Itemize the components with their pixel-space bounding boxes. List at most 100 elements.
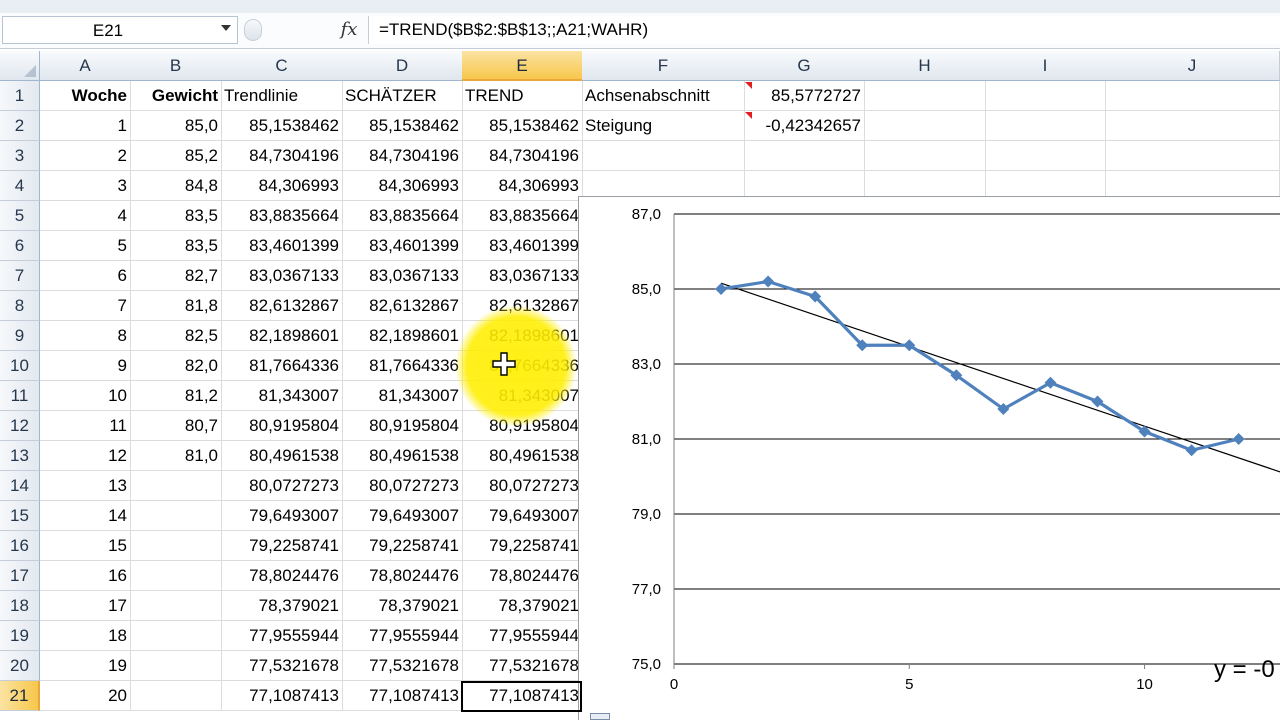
row-header-12[interactable]: 12 [0,411,40,441]
cell-E3[interactable]: 84,7304196 [462,141,583,171]
cell-E10[interactable]: 81,7664336 [462,351,583,381]
cell-A7[interactable]: 6 [40,261,131,291]
row-header-11[interactable]: 11 [0,381,40,411]
row-header-21[interactable]: 21 [0,681,40,711]
cell-F1-label[interactable]: Achsenabschnitt [582,81,745,111]
cell-A8[interactable]: 7 [40,291,131,321]
cell-E12[interactable]: 80,9195804 [462,411,583,441]
row-header-9[interactable]: 9 [0,321,40,351]
cell-A12[interactable]: 11 [40,411,131,441]
active-cell-E21[interactable] [461,681,582,712]
cell-F2-label[interactable]: Steigung [582,111,745,141]
cell-C5[interactable]: 83,8835664 [221,201,343,231]
cell-D4[interactable]: 84,306993 [342,171,463,201]
row-header-18[interactable]: 18 [0,591,40,621]
cell-A1-label[interactable]: Woche [40,81,131,111]
cell-C7[interactable]: 83,0367133 [221,261,343,291]
cell-A16[interactable]: 15 [40,531,131,561]
row-header-4[interactable]: 4 [0,171,40,201]
cell-D15[interactable]: 79,6493007 [342,501,463,531]
cell-C14[interactable]: 80,0727273 [221,471,343,501]
cell-C18[interactable]: 78,379021 [221,591,343,621]
cell-A6[interactable]: 5 [40,231,131,261]
cell-D17[interactable]: 78,8024476 [342,561,463,591]
cell-E1-label[interactable]: TREND [462,81,583,111]
cell-G3[interactable] [744,141,865,171]
row-header-20[interactable]: 20 [0,651,40,681]
cell-C15[interactable]: 79,6493007 [221,501,343,531]
cell-A14[interactable]: 13 [40,471,131,501]
cell-I3[interactable] [985,141,1106,171]
cell-D11[interactable]: 81,343007 [342,381,463,411]
cell-B11[interactable]: 81,2 [130,381,222,411]
cell-C17[interactable]: 78,8024476 [221,561,343,591]
cell-B12[interactable]: 80,7 [130,411,222,441]
cell-B15[interactable] [130,501,222,531]
cell-G2-value[interactable]: -0,42342657 [744,111,865,141]
cell-D2[interactable]: 85,1538462 [342,111,463,141]
column-header-C[interactable]: C [221,51,343,81]
cell-D10[interactable]: 81,7664336 [342,351,463,381]
column-header-B[interactable]: B [130,51,222,81]
column-header-F[interactable]: F [582,51,745,81]
name-box[interactable]: E21 [2,16,238,44]
cell-B1-label[interactable]: Gewicht [130,81,222,111]
formula-bar-splitter[interactable] [244,19,262,41]
cell-D18[interactable]: 78,379021 [342,591,463,621]
cell-A11[interactable]: 10 [40,381,131,411]
cell-J1[interactable] [1105,81,1280,111]
cell-B8[interactable]: 81,8 [130,291,222,321]
cell-C1-label[interactable]: Trendlinie [221,81,343,111]
cell-D1-label[interactable]: SCHÄTZER [342,81,463,111]
cell-G1-value[interactable]: 85,5772727 [744,81,865,111]
cell-C13[interactable]: 80,4961538 [221,441,343,471]
row-header-16[interactable]: 16 [0,531,40,561]
cell-C9[interactable]: 82,1898601 [221,321,343,351]
cell-C3[interactable]: 84,7304196 [221,141,343,171]
cell-C4[interactable]: 84,306993 [221,171,343,201]
cell-B14[interactable] [130,471,222,501]
cell-H1[interactable] [864,81,986,111]
cell-A3[interactable]: 2 [40,141,131,171]
cell-H3[interactable] [864,141,986,171]
cell-E6[interactable]: 83,4601399 [462,231,583,261]
cell-B6[interactable]: 83,5 [130,231,222,261]
row-header-5[interactable]: 5 [0,201,40,231]
cell-B20[interactable] [130,651,222,681]
cell-D19[interactable]: 77,9555944 [342,621,463,651]
cell-D16[interactable]: 79,2258741 [342,531,463,561]
row-header-6[interactable]: 6 [0,231,40,261]
cell-C8[interactable]: 82,6132867 [221,291,343,321]
cell-E15[interactable]: 79,6493007 [462,501,583,531]
cell-E14[interactable]: 80,0727273 [462,471,583,501]
cell-A5[interactable]: 4 [40,201,131,231]
row-header-7[interactable]: 7 [0,261,40,291]
cell-B9[interactable]: 82,5 [130,321,222,351]
cell-D13[interactable]: 80,4961538 [342,441,463,471]
select-all-corner[interactable] [0,51,40,81]
cell-C6[interactable]: 83,4601399 [221,231,343,261]
cell-D7[interactable]: 83,0367133 [342,261,463,291]
row-header-1[interactable]: 1 [0,81,40,111]
cell-B3[interactable]: 85,2 [130,141,222,171]
row-header-14[interactable]: 14 [0,471,40,501]
cell-C19[interactable]: 77,9555944 [221,621,343,651]
cell-B2[interactable]: 85,0 [130,111,222,141]
cell-F3[interactable] [582,141,745,171]
cell-D21[interactable]: 77,1087413 [342,681,463,711]
cell-A2[interactable]: 1 [40,111,131,141]
cell-A21[interactable]: 20 [40,681,131,711]
column-header-E[interactable]: E [462,51,583,81]
cell-B7[interactable]: 82,7 [130,261,222,291]
cell-I1[interactable] [985,81,1106,111]
chart-resize-handle[interactable] [590,713,610,720]
cell-B16[interactable] [130,531,222,561]
cell-D20[interactable]: 77,5321678 [342,651,463,681]
cell-D12[interactable]: 80,9195804 [342,411,463,441]
cell-C20[interactable]: 77,5321678 [221,651,343,681]
cell-C12[interactable]: 80,9195804 [221,411,343,441]
cell-B4[interactable]: 84,8 [130,171,222,201]
row-header-2[interactable]: 2 [0,111,40,141]
cell-B5[interactable]: 83,5 [130,201,222,231]
cell-A10[interactable]: 9 [40,351,131,381]
